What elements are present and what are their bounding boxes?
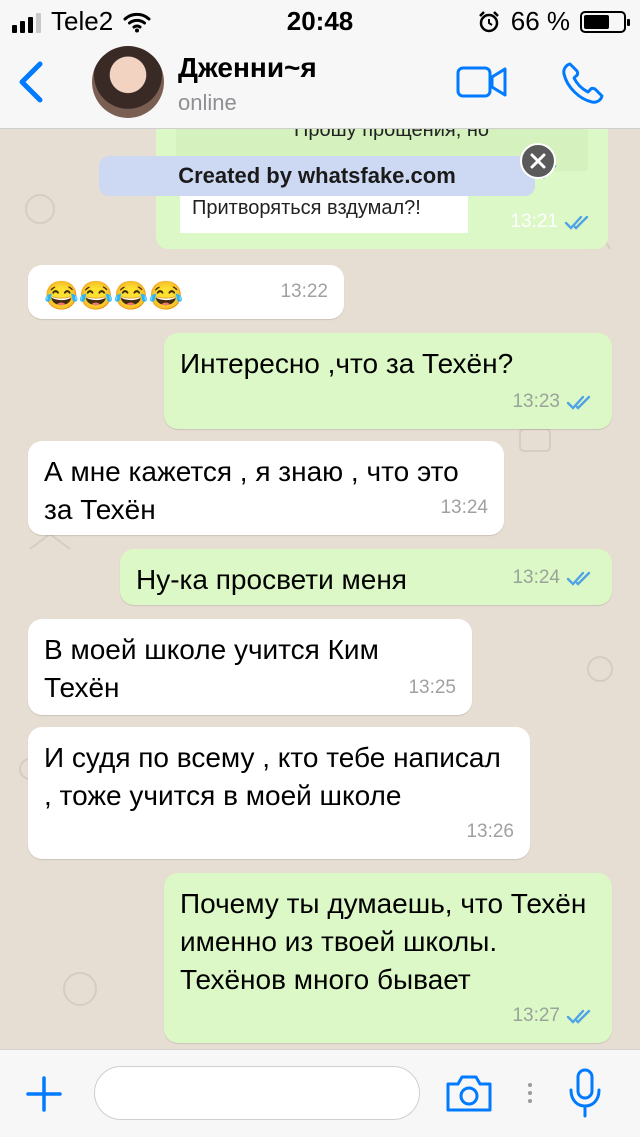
message-meta: 13:25 (408, 669, 456, 707)
message-time: 13:24 (440, 497, 488, 518)
message-text: Интересно ,что за Техён? (180, 348, 514, 379)
camera-icon[interactable] (444, 1072, 494, 1114)
plus-icon[interactable] (24, 1074, 64, 1114)
message-time: 13:22 (280, 281, 328, 302)
outgoing-message[interactable]: Ну-ка просвети меня 13:24 (120, 549, 612, 605)
video-call-icon[interactable] (456, 64, 508, 100)
message-input[interactable] (94, 1066, 420, 1120)
message-text: А мне кажется , я знаю , что это за Техё… (44, 456, 459, 525)
message-time: 13:26 (466, 821, 514, 842)
message-meta: 13:24 (440, 489, 488, 527)
divider-dots-icon (528, 1083, 532, 1103)
outgoing-message[interactable]: Интересно ,что за Техён? 13:23 (164, 333, 612, 429)
message-time: 13:25 (408, 677, 456, 698)
message-text: И судя по всему , кто тебе написал , тож… (44, 742, 501, 811)
contact-name[interactable]: Дженни~я (178, 52, 317, 84)
message-meta: 13:23 (512, 383, 596, 421)
incoming-message[interactable]: И судя по всему , кто тебе написал , тож… (28, 727, 530, 859)
read-ticks-icon (566, 1009, 591, 1024)
read-ticks-icon (566, 571, 591, 586)
message-time: 13:24 (512, 567, 560, 588)
message-text: Почему ты думаешь, что Техён именно из т… (180, 888, 587, 995)
status-bar: Tele2 20:48 66 % (0, 0, 640, 40)
chat-area[interactable]: Прошу прощения, но Притворяться вздумал?… (0, 129, 640, 1049)
incoming-message[interactable]: А мне кажется , я знаю , что это за Техё… (28, 441, 504, 535)
contact-avatar[interactable] (92, 46, 164, 118)
read-ticks-icon (566, 395, 591, 410)
chat-header: Дженни~я online (0, 40, 640, 129)
message-meta: 13:27 (512, 997, 596, 1035)
watermark-banner: Created by whatsfake.com (99, 156, 535, 196)
status-bar-right: 66 % (477, 6, 630, 37)
message-time: 13:27 (512, 1005, 560, 1026)
message-meta: 13:22 (280, 273, 328, 311)
alarm-icon (478, 10, 499, 32)
phone-icon[interactable] (560, 60, 606, 106)
quoted-line-1: Прошу прощения, но (294, 129, 489, 141)
message-meta: 13:24 (512, 559, 596, 597)
contact-status: online (178, 90, 237, 115)
quoted-message-meta: 13:21 (510, 211, 594, 233)
battery-icon (580, 10, 630, 33)
read-ticks-icon (564, 215, 589, 230)
back-chevron-icon[interactable] (14, 58, 46, 106)
message-time: 13:23 (512, 391, 560, 412)
incoming-message[interactable]: В моей школе учится Ким Техён 13:25 (28, 619, 472, 715)
incoming-message[interactable]: 😂😂😂😂 13:22 (28, 265, 344, 319)
battery-percent: 66 % (510, 6, 570, 36)
message-text: В моей школе учится Ким Техён (44, 634, 379, 703)
message-time: 13:21 (510, 211, 558, 232)
message-meta: 13:26 (466, 813, 514, 851)
watermark-close-icon[interactable] (520, 143, 556, 179)
battery-fill (584, 14, 609, 29)
outgoing-message[interactable]: Почему ты думаешь, что Техён именно из т… (164, 873, 612, 1043)
microphone-icon[interactable] (568, 1068, 602, 1118)
input-bar (0, 1049, 640, 1137)
